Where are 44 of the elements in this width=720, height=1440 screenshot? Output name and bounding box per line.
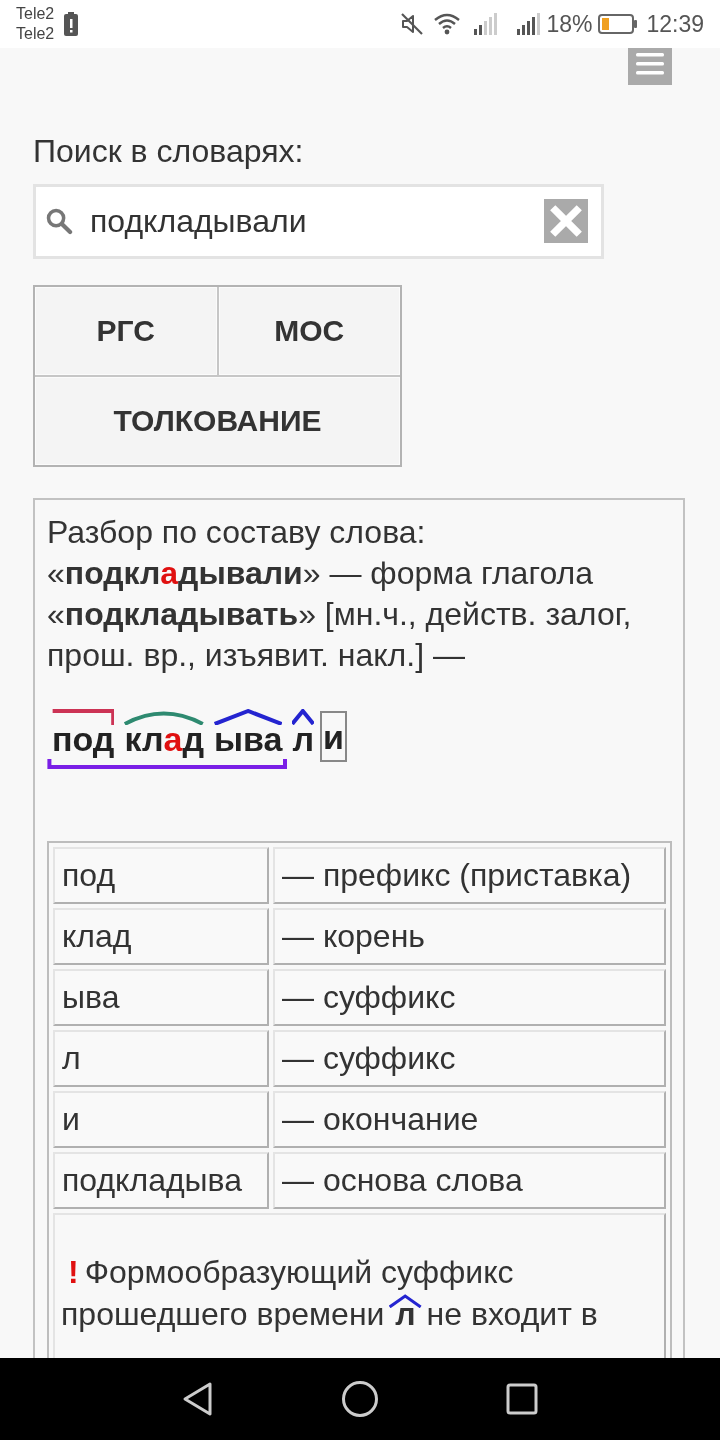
morpheme-cell: ыва <box>53 969 269 1026</box>
morpheme-cell: подкладыва <box>53 1152 269 1209</box>
note-text: ! Формообразующий суффикс прошедшего времени л не входит в <box>61 1253 599 1334</box>
morpheme-role-cell: — окончание <box>273 1091 666 1148</box>
carrier-name: Tele2 <box>16 4 55 24</box>
root-arc-icon <box>124 709 204 725</box>
search-icon <box>45 207 73 235</box>
battery-icon <box>598 14 639 34</box>
prefix-mark-icon <box>52 709 115 725</box>
morpheme-cell: и <box>53 1091 269 1148</box>
sim-alert-icon <box>64 12 79 36</box>
menu-icon <box>636 52 664 78</box>
home-icon[interactable] <box>341 1380 379 1418</box>
suffix-caret-icon <box>292 709 314 725</box>
dictionary-button[interactable]: ТОЛКОВАНИЕ <box>35 377 400 465</box>
battery-percent: 18% <box>546 11 593 37</box>
carrier-name: Tele2 <box>16 24 55 44</box>
morpheme-role-cell: — префикс (приставка) <box>273 847 666 904</box>
search-field[interactable]: подкладывали <box>33 184 604 259</box>
ending-morpheme: и <box>320 711 347 762</box>
suffix-caret-icon <box>214 709 283 725</box>
analysis-title: Разбор по составу слова: <box>47 513 427 552</box>
suffix-caret-icon <box>389 1294 422 1308</box>
morpheme-text: л <box>292 725 314 759</box>
morpheme-text: клад <box>124 725 204 759</box>
mute-icon <box>400 12 425 36</box>
morpheme-text: ыва <box>214 725 283 759</box>
signal-icon <box>474 13 500 35</box>
morpheme-cell: клад <box>53 908 269 965</box>
search-label: Поиск в словарях: <box>33 132 304 170</box>
morpheme-role-cell: — суффикс <box>273 969 666 1026</box>
dictionary-button[interactable]: РГС <box>35 287 217 375</box>
morpheme-role-cell: — основа слова <box>273 1152 666 1209</box>
dictionary-button[interactable]: МОС <box>218 287 400 375</box>
signal-icon <box>517 13 543 35</box>
morpheme-cell: л <box>53 1030 269 1087</box>
close-icon <box>550 205 582 237</box>
wifi-icon <box>434 13 461 35</box>
morpheme-role-cell: — суффикс <box>273 1030 666 1087</box>
word-form-description: «подкладывали» — форма глагола «подкладывать» [мн.ч., действ. залог, прош. вр., изъявит. накл.] — <box>47 554 633 675</box>
morpheme-text: под <box>52 725 115 759</box>
morpheme-role-cell: — корень <box>273 908 666 965</box>
clock-time: 12:39 <box>646 11 704 37</box>
morpheme-cell: под <box>53 847 269 904</box>
